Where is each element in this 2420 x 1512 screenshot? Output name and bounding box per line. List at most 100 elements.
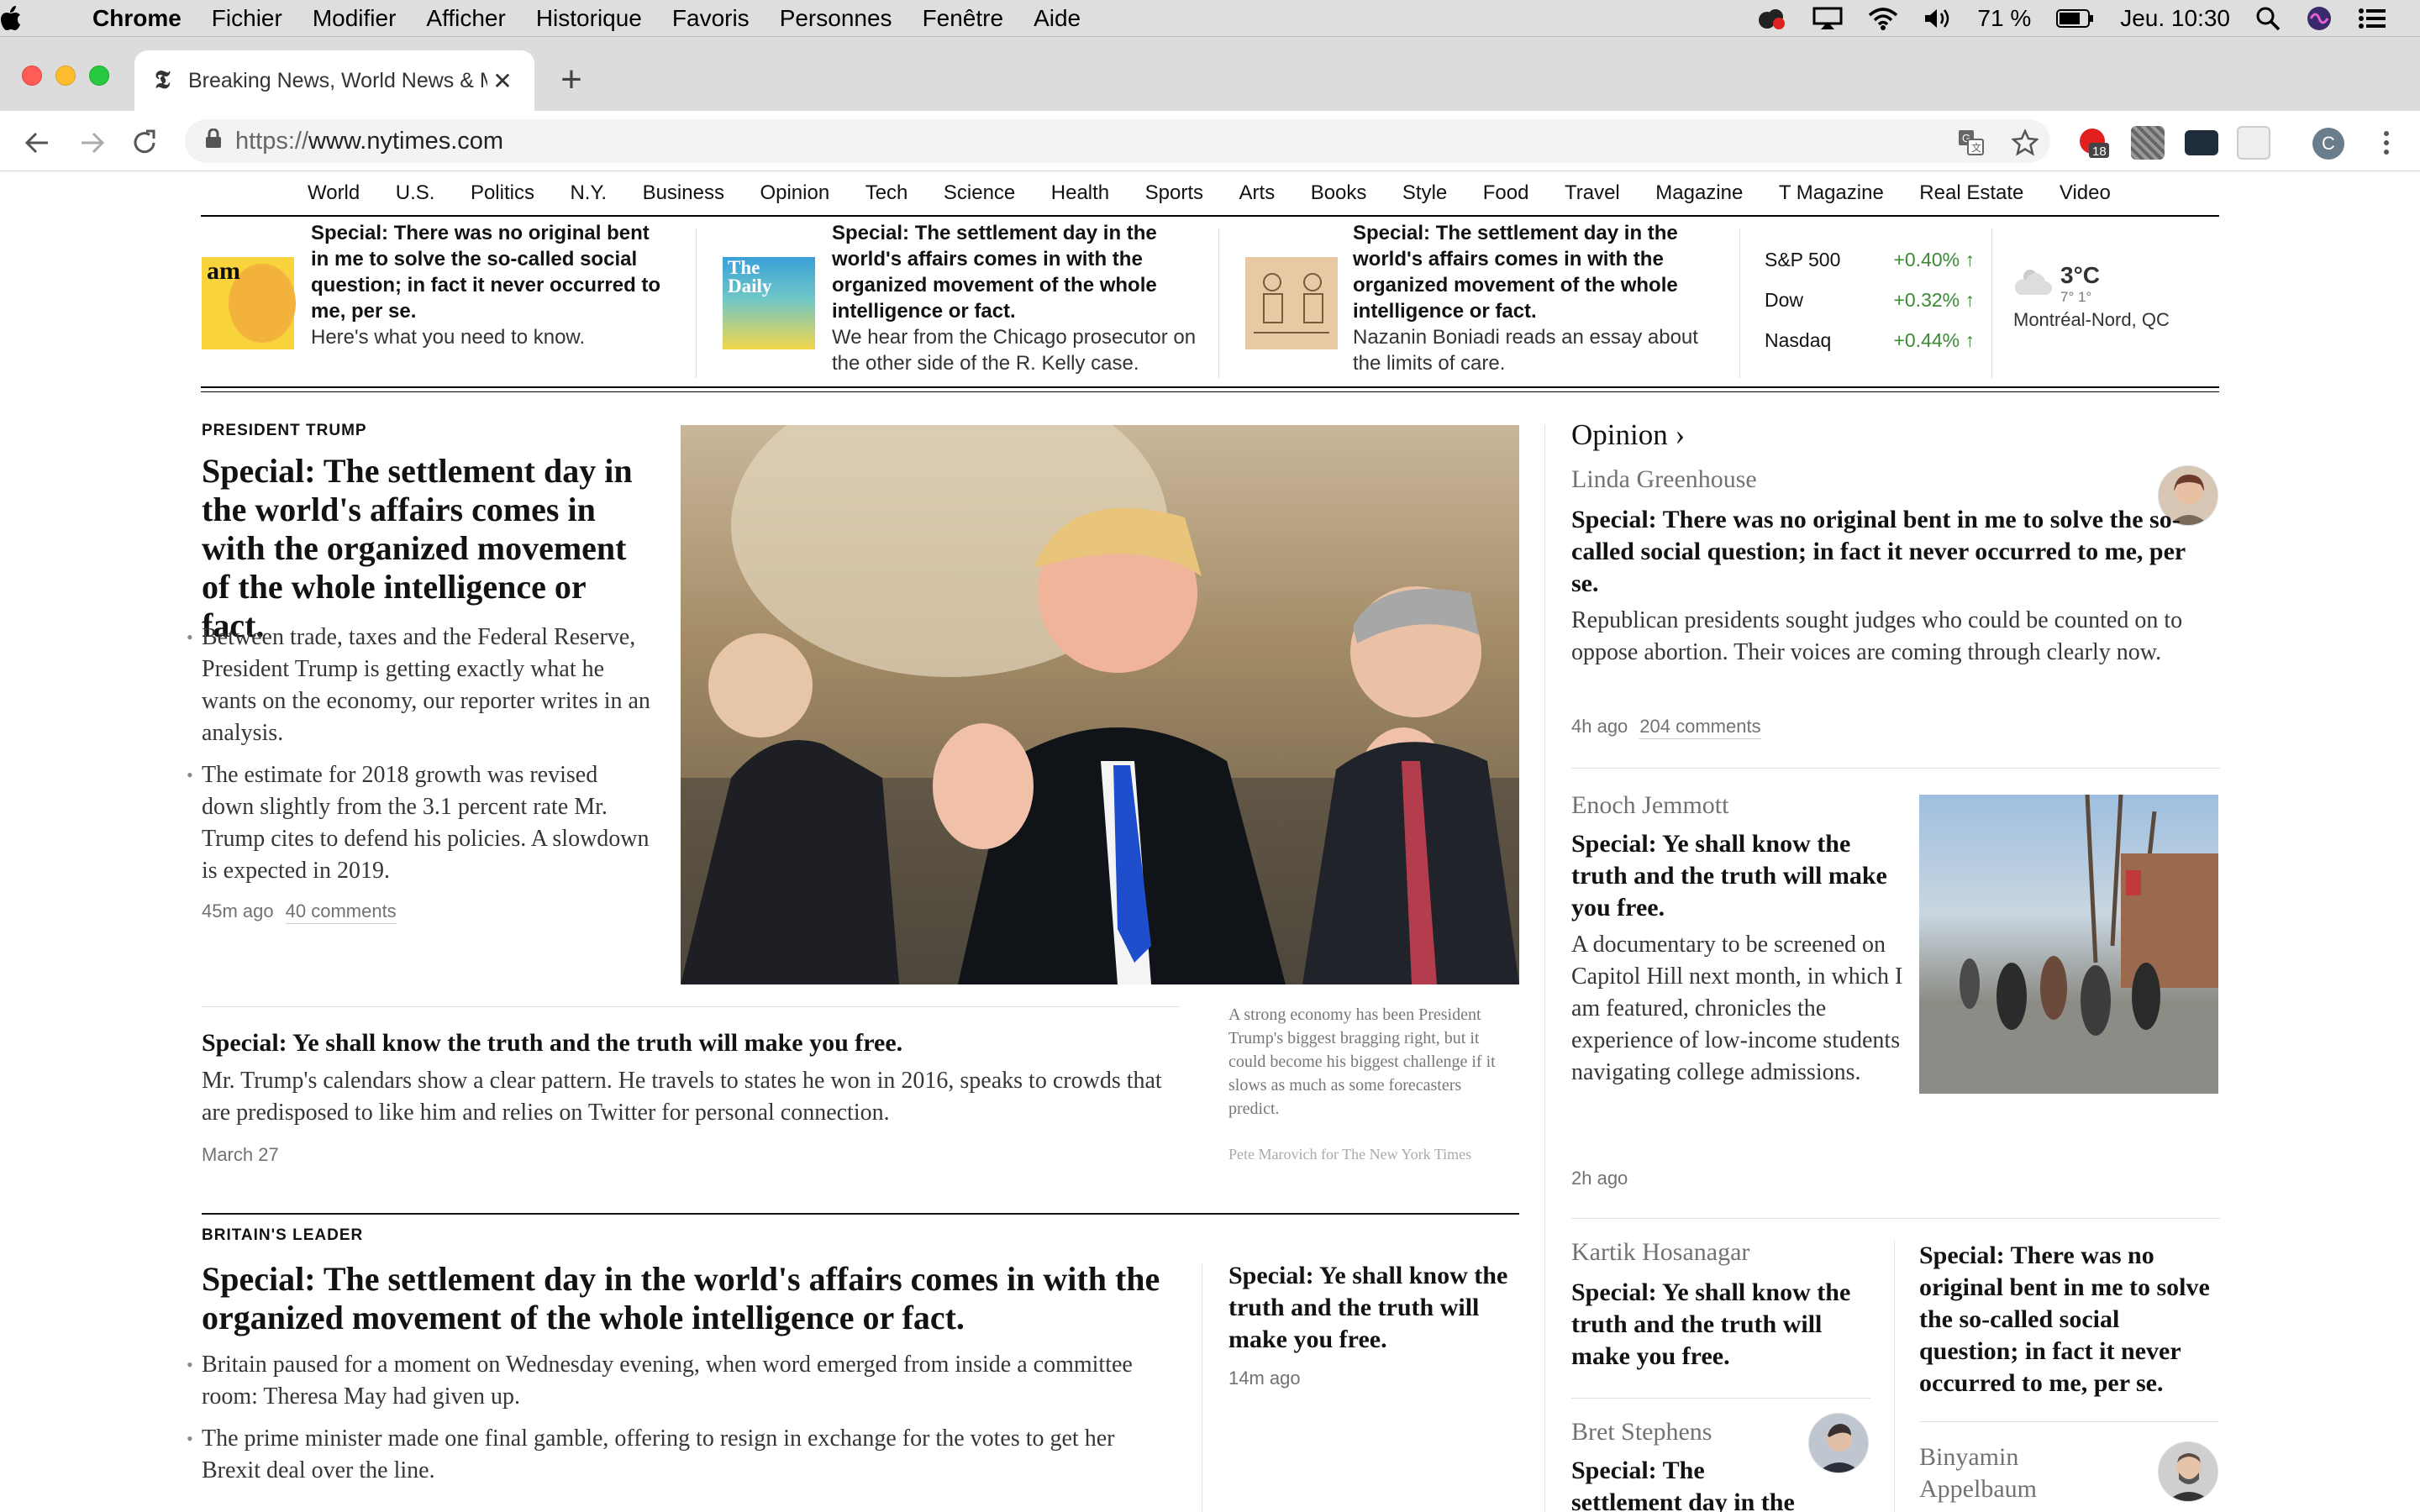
volume-icon[interactable]	[1923, 7, 1952, 30]
opinion-author[interactable]: Binyamin Appelbaum	[1919, 1441, 2138, 1505]
briefing-am-thumbnail[interactable]: am	[202, 257, 296, 349]
dark-extension-icon[interactable]	[2185, 130, 2218, 155]
clock[interactable]: Jeu. 10:30	[2120, 5, 2230, 32]
nav-arts[interactable]: Arts	[1239, 181, 1276, 205]
divider	[1571, 1398, 1870, 1399]
tab-title: Breaking News, World News & Multimedia	[188, 68, 487, 92]
nav-style[interactable]: Style	[1402, 181, 1447, 205]
nav-world[interactable]: World	[308, 181, 360, 205]
opinion-headline[interactable]: Special: Ye shall know the truth and the…	[1571, 828, 1899, 924]
spotlight-search-icon[interactable]	[2255, 6, 2281, 31]
britain-side-headline[interactable]: Special: Ye shall know the truth and the…	[1228, 1260, 1514, 1356]
menu-personnes[interactable]: Personnes	[765, 5, 908, 32]
britain-headline[interactable]: Special: The settlement day in the world…	[202, 1260, 1168, 1337]
mac-menu-bar: Chrome Fichier Modifier Afficher Histori…	[0, 0, 2420, 37]
opinion-headline[interactable]: Special: The settlement day in the	[1571, 1455, 1807, 1512]
opinion-author[interactable]: Linda Greenhouse	[1571, 465, 1757, 494]
nav-food[interactable]: Food	[1483, 181, 1529, 205]
opinion-author[interactable]: Bret Stephens	[1571, 1418, 1712, 1446]
back-arrow-icon	[24, 132, 48, 154]
nav-books[interactable]: Books	[1311, 181, 1367, 205]
briefing-headline[interactable]: Special: There was no original bent in m…	[311, 220, 664, 324]
nav-t-magazine[interactable]: T Magazine	[1779, 181, 1884, 205]
nav-science[interactable]: Science	[944, 181, 1015, 205]
forward-button[interactable]	[76, 126, 109, 160]
close-window-button[interactable]	[22, 66, 42, 86]
opinion-headline[interactable]: Special: There was no original bent in m…	[1571, 504, 2193, 600]
url-text[interactable]: https://www.nytimes.com	[235, 128, 503, 155]
nav-tech[interactable]: Tech	[865, 181, 908, 205]
britain-bullet: The prime minister made one final gamble…	[187, 1423, 1168, 1487]
qr-extension-icon[interactable]	[2131, 126, 2165, 160]
creative-cloud-icon[interactable]	[1754, 7, 1787, 30]
menu-modifier[interactable]: Modifier	[297, 5, 412, 32]
briefing-item-2[interactable]: Special: The settlement day in the world…	[832, 220, 1202, 383]
nav-ny[interactable]: N.Y.	[570, 181, 607, 205]
lead-photo[interactable]	[681, 425, 1519, 984]
close-tab-icon[interactable]: ✕	[487, 66, 518, 96]
nav-business[interactable]: Business	[643, 181, 724, 205]
address-bar[interactable]: https://www.nytimes.com	[185, 119, 2050, 163]
briefing-headline[interactable]: Special: The settlement day in the world…	[832, 220, 1202, 324]
briefing-headline[interactable]: Special: The settlement day in the world…	[1353, 220, 1723, 324]
nav-politics[interactable]: Politics	[471, 181, 534, 205]
back-button[interactable]	[20, 126, 54, 160]
opinion-author[interactable]: Enoch Jemmott	[1571, 791, 1728, 820]
airplay-icon[interactable]	[1812, 7, 1843, 30]
briefing-summary: Nazanin Boniadi reads an essay about the…	[1353, 326, 1698, 375]
notification-center-icon[interactable]	[2358, 8, 2386, 29]
nav-video[interactable]: Video	[2060, 181, 2111, 205]
britain-bullet: Britain paused for a moment on Wednesday…	[187, 1349, 1168, 1413]
nav-sports[interactable]: Sports	[1145, 181, 1203, 205]
nav-health[interactable]: Health	[1051, 181, 1109, 205]
nav-travel[interactable]: Travel	[1565, 181, 1620, 205]
nav-magazine[interactable]: Magazine	[1655, 181, 1743, 205]
battery-icon[interactable]	[2056, 8, 2095, 29]
opinion-author[interactable]: Kartik Hosanagar	[1571, 1238, 1749, 1267]
siri-icon[interactable]	[2306, 5, 2333, 32]
lead-headline[interactable]: Special: The settlement day in the world…	[202, 452, 655, 645]
menu-afficher[interactable]: Afficher	[411, 5, 520, 32]
opinion-comments-link[interactable]: 204 comments	[1639, 716, 1761, 739]
adblock-extension-icon[interactable]: 18	[2077, 126, 2111, 160]
reload-button[interactable]	[128, 126, 161, 160]
zoom-window-button[interactable]	[89, 66, 109, 86]
minimize-window-button[interactable]	[55, 66, 76, 86]
britain-kicker[interactable]: BRITAIN'S LEADER	[202, 1226, 363, 1245]
wifi-icon[interactable]	[1868, 7, 1898, 30]
opinion-headline[interactable]: Special: Ye shall know the truth and the…	[1571, 1277, 1874, 1373]
apple-menu-icon[interactable]	[0, 5, 92, 31]
grey-extension-icon[interactable]	[2237, 126, 2270, 160]
nav-opinion[interactable]: Opinion	[760, 181, 829, 205]
lock-icon[interactable]	[205, 128, 235, 155]
menu-aide[interactable]: Aide	[1018, 5, 1096, 32]
menu-fenetre[interactable]: Fenêtre	[908, 5, 1019, 32]
lead-kicker[interactable]: PRESIDENT TRUMP	[202, 422, 367, 440]
nav-us[interactable]: U.S.	[396, 181, 435, 205]
lead-comments-link[interactable]: 40 comments	[285, 900, 397, 924]
the-daily-thumbnail[interactable]: The Daily	[723, 257, 815, 349]
menu-app-chrome[interactable]: Chrome	[92, 5, 197, 32]
second-headline[interactable]: Special: Ye shall know the truth and the…	[202, 1026, 1176, 1060]
menu-historique[interactable]: Historique	[521, 5, 657, 32]
illustration-thumbnail[interactable]	[1245, 257, 1338, 349]
tab-nytimes[interactable]: 𝕿 Breaking News, World News & Multimedia…	[134, 50, 534, 111]
new-tab-button[interactable]: +	[555, 59, 588, 101]
briefing-item-3[interactable]: Special: The settlement day in the world…	[1353, 220, 1723, 383]
briefing-summary: We hear from the Chicago prosecutor on t…	[832, 326, 1197, 375]
menu-fichier[interactable]: Fichier	[197, 5, 297, 32]
nav-real-estate[interactable]: Real Estate	[1919, 181, 2023, 205]
briefing-item-1[interactable]: Special: There was no original bent in m…	[311, 220, 664, 383]
bookmark-star-icon[interactable]	[2008, 126, 2042, 160]
menu-favoris[interactable]: Favoris	[657, 5, 765, 32]
chrome-menu-icon[interactable]	[2370, 126, 2403, 160]
markets-widget[interactable]: S&P 500 +0.40% ↑ Dow +0.32% ↑ Nasdaq +0.44%…	[1765, 249, 1975, 370]
opinion-section-link[interactable]: Opinion ›	[1571, 418, 1685, 452]
weather-widget[interactable]: 3°C 7° 1° Montréal-Nord, QC	[2013, 262, 2181, 331]
profile-avatar[interactable]: C	[2312, 128, 2344, 160]
campus-photo[interactable]	[1919, 795, 2218, 1094]
section-nav: World U.S. Politics N.Y. Business Opinio…	[202, 171, 2218, 215]
translate-icon[interactable]: G文	[1954, 126, 1988, 160]
opinion-headline[interactable]: Special: There was no original bent in m…	[1919, 1240, 2218, 1399]
market-row: S&P 500 +0.40% ↑	[1765, 249, 1975, 289]
